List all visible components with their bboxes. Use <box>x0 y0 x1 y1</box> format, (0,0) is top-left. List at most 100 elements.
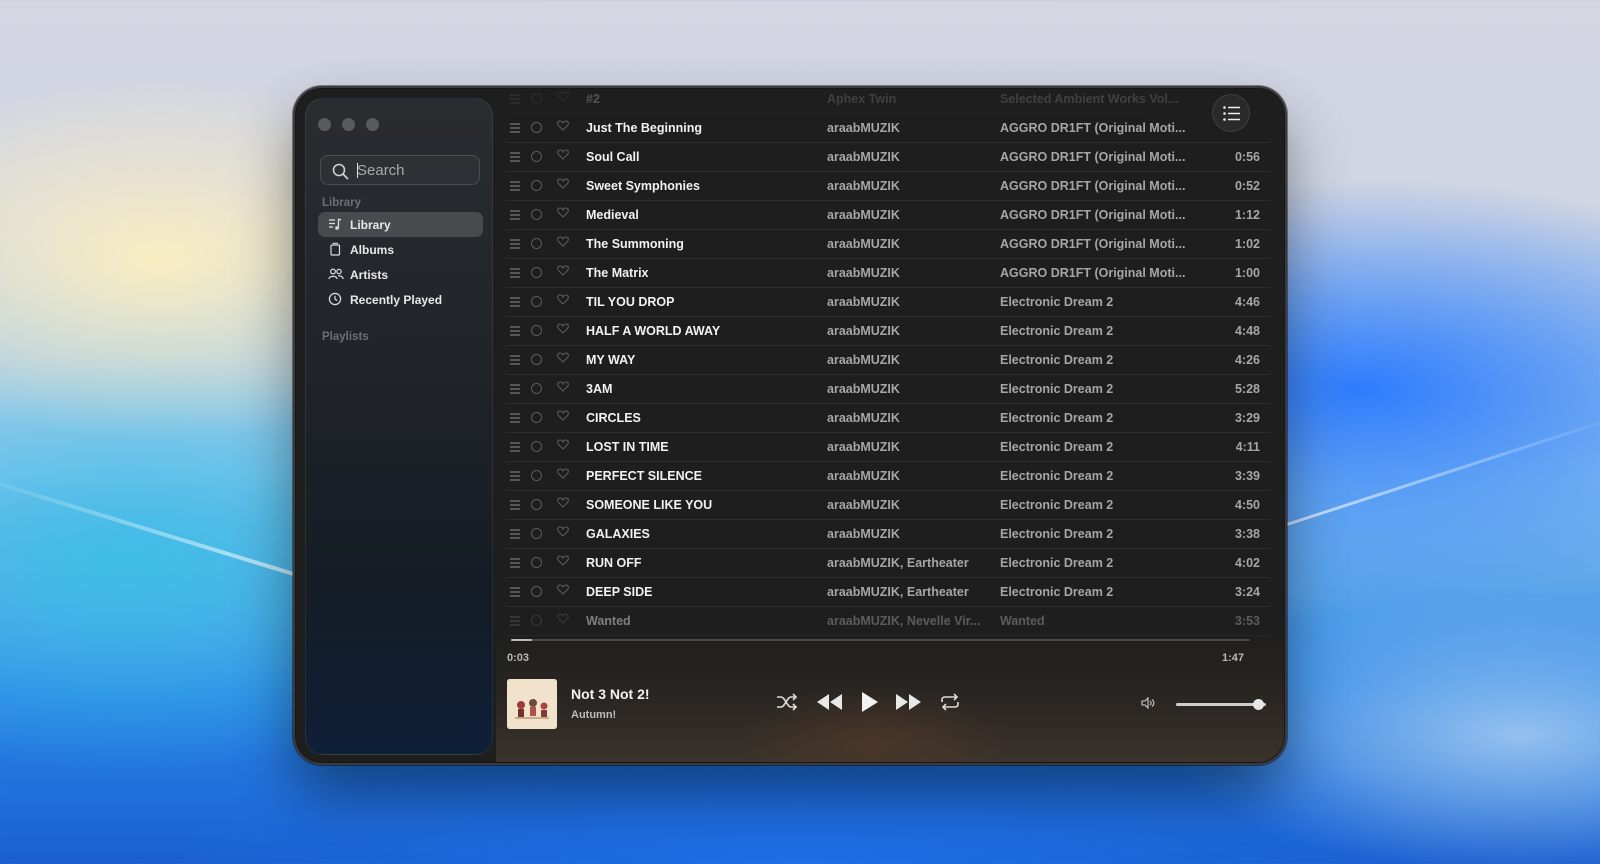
track-row[interactable]: Soul Call araabMUZIK AGGRO DR1FT (Original… <box>506 142 1270 172</box>
sidebar-item-albums[interactable]: Albums <box>318 237 483 262</box>
select-track-radio[interactable] <box>531 615 542 626</box>
drag-handle-icon[interactable] <box>510 616 520 628</box>
now-playing-title[interactable]: Not 3 Not 2! <box>571 686 650 702</box>
drag-handle-icon[interactable] <box>510 94 520 106</box>
minimize-window-button[interactable] <box>342 118 355 131</box>
heart-icon[interactable] <box>557 207 569 218</box>
select-track-radio[interactable] <box>531 238 542 249</box>
track-row[interactable]: SOMEONE LIKE YOU araabMUZIK Electronic Dre… <box>506 490 1270 520</box>
track-row[interactable]: CIRCLES araabMUZIK Electronic Dream 2 3:29 <box>506 403 1270 433</box>
drag-handle-icon[interactable] <box>510 123 520 135</box>
track-row[interactable]: PERFECT SILENCE araabMUZIK Electronic Drea… <box>506 461 1270 491</box>
select-track-radio[interactable] <box>531 151 542 162</box>
track-row[interactable]: Medieval araabMUZIK AGGRO DR1FT (Original … <box>506 200 1270 230</box>
next-icon[interactable] <box>895 694 923 710</box>
heart-icon[interactable] <box>557 149 569 160</box>
select-track-radio[interactable] <box>531 296 542 307</box>
drag-handle-icon[interactable] <box>510 210 520 222</box>
search-box[interactable] <box>320 155 480 185</box>
drag-handle-icon[interactable] <box>510 297 520 309</box>
heart-icon[interactable] <box>557 120 569 131</box>
select-track-radio[interactable] <box>531 354 542 365</box>
heart-icon[interactable] <box>557 178 569 189</box>
drag-handle-icon[interactable] <box>510 500 520 512</box>
drag-handle-icon[interactable] <box>510 181 520 193</box>
album-artwork[interactable] <box>507 679 557 729</box>
drag-handle-icon[interactable] <box>510 268 520 280</box>
heart-icon[interactable] <box>557 410 569 421</box>
select-track-radio[interactable] <box>531 209 542 220</box>
previous-icon[interactable] <box>816 694 844 710</box>
now-playing-artist[interactable]: Autumn! <box>571 709 616 721</box>
track-row[interactable]: HALF A WORLD AWAY araabMUZIK Electronic Dr… <box>506 316 1270 346</box>
select-track-radio[interactable] <box>531 180 542 191</box>
drag-handle-icon[interactable] <box>510 558 520 570</box>
track-row[interactable]: The Summoning araabMUZIK AGGRO DR1FT (Orig… <box>506 229 1270 259</box>
heart-icon[interactable] <box>557 526 569 537</box>
play-icon[interactable] <box>861 692 879 712</box>
heart-icon[interactable] <box>557 613 569 624</box>
heart-icon[interactable] <box>557 555 569 566</box>
track-row[interactable]: TIL YOU DROP araabMUZIK Electronic Dream 2… <box>506 287 1270 317</box>
drag-handle-icon[interactable] <box>510 587 520 599</box>
track-album: Electronic Dream 2 <box>1000 382 1114 396</box>
heart-icon[interactable] <box>557 236 569 247</box>
track-row[interactable]: MY WAY araabMUZIK Electronic Dream 2 4:26 <box>506 345 1270 375</box>
drag-handle-icon[interactable] <box>510 442 520 454</box>
heart-icon[interactable] <box>557 381 569 392</box>
track-row[interactable]: #2 Aphex Twin Selected Ambient Works Vol..… <box>506 89 1270 114</box>
playback-progress-bar[interactable] <box>511 639 1250 641</box>
select-track-radio[interactable] <box>531 441 542 452</box>
heart-icon[interactable] <box>557 584 569 595</box>
repeat-icon[interactable] <box>939 693 961 711</box>
zoom-window-button[interactable] <box>366 118 379 131</box>
track-duration: 3:38 <box>1234 527 1260 541</box>
drag-handle-icon[interactable] <box>510 326 520 338</box>
select-track-radio[interactable] <box>531 325 542 336</box>
track-row[interactable]: The Matrix araabMUZIK AGGRO DR1FT (Origina… <box>506 258 1270 288</box>
volume-slider[interactable] <box>1176 699 1266 710</box>
track-row[interactable]: Sweet Symphonies araabMUZIK AGGRO DR1FT (O… <box>506 171 1270 201</box>
heart-icon[interactable] <box>557 439 569 450</box>
select-track-radio[interactable] <box>531 557 542 568</box>
heart-icon[interactable] <box>557 468 569 479</box>
search-input[interactable] <box>357 160 475 180</box>
select-track-radio[interactable] <box>531 528 542 539</box>
drag-handle-icon[interactable] <box>510 239 520 251</box>
heart-icon[interactable] <box>557 497 569 508</box>
track-row[interactable]: DEEP SIDE araabMUZIK, Eartheater Electroni… <box>506 577 1270 607</box>
sidebar-item-artists[interactable]: Artists <box>318 262 483 287</box>
track-row[interactable]: GALAXIES araabMUZIK Electronic Dream 2 3:38 <box>506 519 1270 549</box>
sidebar-item-recently-played[interactable]: Recently Played <box>318 287 483 312</box>
drag-handle-icon[interactable] <box>510 471 520 483</box>
track-row[interactable]: Just The Beginning araabMUZIK AGGRO DR1FT … <box>506 113 1270 143</box>
drag-handle-icon[interactable] <box>510 413 520 425</box>
track-row[interactable]: LOST IN TIME araabMUZIK Electronic Dream 2… <box>506 432 1270 462</box>
queue-list-button[interactable] <box>1212 94 1250 132</box>
track-row[interactable]: 3AM araabMUZIK Electronic Dream 2 5:28 <box>506 374 1270 404</box>
select-track-radio[interactable] <box>531 586 542 597</box>
drag-handle-icon[interactable] <box>510 529 520 541</box>
elapsed-time: 0:03 <box>507 652 530 664</box>
select-track-radio[interactable] <box>531 412 542 423</box>
select-track-radio[interactable] <box>531 499 542 510</box>
drag-handle-icon[interactable] <box>510 384 520 396</box>
drag-handle-icon[interactable] <box>510 152 520 164</box>
heart-icon[interactable] <box>557 323 569 334</box>
select-track-radio[interactable] <box>531 470 542 481</box>
heart-icon[interactable] <box>557 265 569 276</box>
volume-slider-knob[interactable] <box>1252 699 1264 710</box>
select-track-radio[interactable] <box>531 383 542 394</box>
select-track-radio[interactable] <box>531 122 542 133</box>
sidebar-item-library[interactable]: Library <box>318 212 483 237</box>
heart-icon[interactable] <box>557 294 569 305</box>
track-row[interactable]: RUN OFF araabMUZIK, Eartheater Electronic … <box>506 548 1270 578</box>
select-track-radio[interactable] <box>531 93 542 104</box>
close-window-button[interactable] <box>318 118 331 131</box>
heart-icon[interactable] <box>557 352 569 363</box>
drag-handle-icon[interactable] <box>510 355 520 367</box>
shuffle-icon[interactable] <box>776 693 798 711</box>
track-album: AGGRO DR1FT (Original Moti... <box>1000 237 1186 251</box>
heart-icon[interactable] <box>557 91 569 102</box>
select-track-radio[interactable] <box>531 267 542 278</box>
